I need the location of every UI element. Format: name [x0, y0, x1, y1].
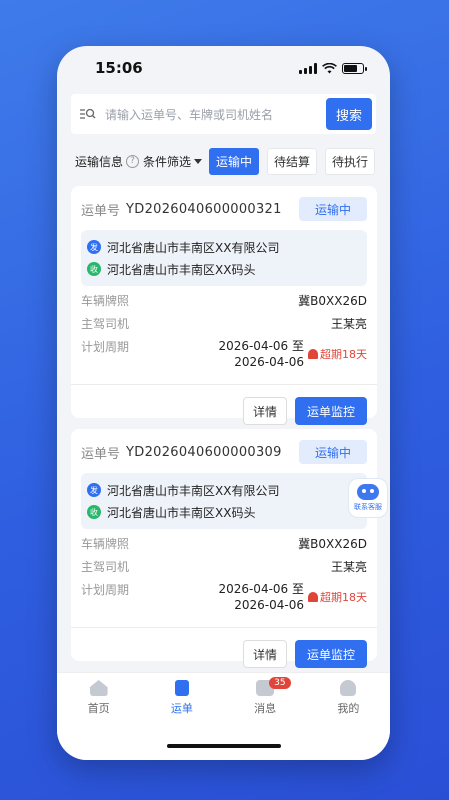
period-start: 2026-04-06 至: [218, 582, 304, 596]
overdue-text: 超期18天: [320, 591, 367, 604]
destination-address: 河北省唐山市丰南区XX码头: [107, 505, 256, 520]
profile-icon: [340, 680, 357, 696]
customer-service-label: 联系客服: [354, 503, 382, 511]
wifi-icon: [322, 62, 337, 73]
status-bar: 15:06: [57, 46, 390, 90]
tab-messages-label: 消息: [254, 702, 277, 715]
status-badge: 运输中: [299, 197, 367, 221]
waybill-label: 运单号: [81, 203, 121, 219]
tab-messages[interactable]: 35 消息: [224, 673, 307, 723]
battery-icon: [342, 62, 367, 74]
monitor-button[interactable]: 运单监控: [295, 397, 367, 425]
driver-label: 主驾司机: [81, 317, 130, 331]
period-label: 计划周期: [81, 583, 130, 597]
destination-pin-icon: 收: [87, 262, 101, 276]
customer-service-button[interactable]: 联系客服: [348, 478, 388, 518]
robot-icon: [357, 484, 379, 500]
status-time: 15:06: [95, 59, 143, 77]
origin-pin-icon: 发: [87, 483, 101, 497]
destination-address: 河北省唐山市丰南区XX码头: [107, 262, 256, 277]
overdue-tag: 超期18天: [308, 346, 367, 362]
order-card[interactable]: 运单号 YD2026040600000309 运输中 发 河北省唐山市丰南区XX…: [71, 429, 377, 668]
origin-address: 河北省唐山市丰南区XX有限公司: [107, 483, 280, 498]
tab-home-label: 首页: [87, 702, 110, 715]
help-icon[interactable]: ?: [126, 154, 140, 168]
search-icon: [79, 105, 97, 123]
period-end: 2026-04-06: [234, 598, 304, 612]
tab-profile-label: 我的: [337, 702, 360, 715]
chip-in-transit[interactable]: 运输中: [208, 147, 259, 175]
filter-row: 运输信息 ? 条件筛选 运输中 待结算 待执行: [75, 147, 375, 175]
destination-pin-icon: 收: [87, 505, 101, 519]
tab-profile[interactable]: 我的: [307, 673, 390, 723]
divider: [71, 384, 377, 385]
plate-label: 车辆牌照: [81, 537, 130, 551]
chip-pending-execution[interactable]: 待执行: [324, 147, 375, 175]
monitor-button[interactable]: 运单监控: [295, 640, 367, 668]
tab-home[interactable]: 首页: [57, 673, 140, 723]
home-icon: [89, 680, 108, 696]
period-start: 2026-04-06 至: [218, 339, 304, 353]
status-chips: 运输中 待结算 待执行: [208, 147, 375, 175]
plate-value: 冀B0XX26D: [298, 294, 367, 308]
route-box: 发 河北省唐山市丰南区XX有限公司 收 河北省唐山市丰南区XX码头: [81, 473, 367, 529]
search-button[interactable]: 搜索: [326, 98, 372, 130]
plate-label: 车辆牌照: [81, 294, 130, 308]
waybill-label: 运单号: [81, 446, 121, 462]
search-input[interactable]: 请输入运单号、车牌或司机姓名: [105, 106, 326, 123]
unread-badge: 35: [269, 677, 291, 689]
driver-value: 王某亮: [330, 317, 367, 331]
condition-filter-dropdown[interactable]: 条件筛选: [143, 153, 203, 170]
origin-address: 河北省唐山市丰南区XX有限公司: [107, 240, 280, 255]
overdue-text: 超期18天: [320, 348, 367, 361]
detail-button[interactable]: 详情: [243, 640, 287, 668]
phone-screen: 15:06 请输入运单号、车牌或司机姓名 搜索 运输信息 ? 条件筛选 运输中 …: [57, 46, 390, 760]
tab-waybill-label: 运单: [170, 702, 193, 715]
bottom-tabbar: 首页 运单 35 消息 我的: [57, 672, 390, 760]
plate-value: 冀B0XX26D: [298, 537, 367, 551]
search-bar: 请输入运单号、车牌或司机姓名 搜索: [71, 94, 376, 134]
alarm-icon: [308, 349, 318, 359]
home-indicator[interactable]: [166, 744, 281, 748]
status-badge: 运输中: [299, 440, 367, 464]
order-card[interactable]: 运单号 YD2026040600000321 运输中 发 河北省唐山市丰南区XX…: [71, 186, 377, 425]
detail-button[interactable]: 详情: [243, 397, 287, 425]
waybill-icon: [174, 680, 189, 696]
signal-icon: [299, 62, 317, 74]
period-label: 计划周期: [81, 340, 130, 354]
origin-pin-icon: 发: [87, 240, 101, 254]
driver-value: 王某亮: [330, 560, 367, 574]
overdue-tag: 超期18天: [308, 589, 367, 605]
filter-label: 运输信息: [75, 154, 124, 169]
condition-filter-label: 条件筛选: [143, 154, 192, 169]
waybill-number: YD2026040600000309: [126, 444, 282, 460]
chip-pending-settlement[interactable]: 待结算: [266, 147, 317, 175]
status-icons: [299, 62, 367, 74]
tab-waybill[interactable]: 运单: [140, 673, 223, 723]
divider: [71, 627, 377, 628]
driver-label: 主驾司机: [81, 560, 130, 574]
period-end: 2026-04-06: [234, 355, 304, 369]
waybill-number: YD2026040600000321: [126, 201, 282, 217]
caret-down-icon: [194, 158, 203, 164]
route-box: 发 河北省唐山市丰南区XX有限公司 收 河北省唐山市丰南区XX码头: [81, 230, 367, 286]
alarm-icon: [308, 592, 318, 602]
